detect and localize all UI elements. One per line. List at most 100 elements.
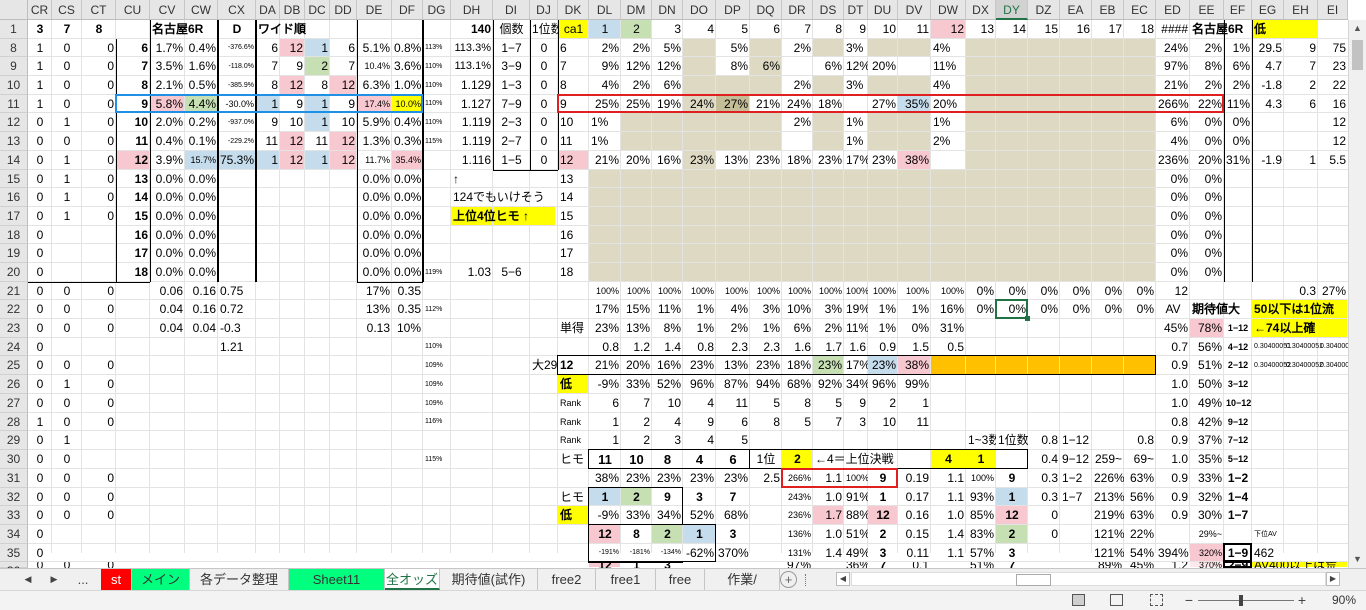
column-header[interactable]: DZ [1028,0,1060,20]
cell-value[interactable]: 1 [52,188,82,207]
cell-value[interactable]: 6 [116,39,150,57]
cell-value[interactable]: 5−12 [1224,450,1252,469]
cell-value[interactable]: 12 [868,506,898,525]
cell-value[interactable]: 1.21 [218,338,256,356]
cell-value[interactable]: 68% [782,375,813,394]
cell-value[interactable]: 11 [898,20,931,39]
cell-value[interactable]: 1 [52,170,82,188]
cell-value[interactable]: 0.13 [357,319,392,338]
cell-value[interactable]: 名古屋6R [1190,20,1261,39]
row-header[interactable]: 26 [0,375,28,394]
cell-value[interactable]: 100% [813,282,844,300]
cell-value[interactable]: 1.0 [813,525,844,544]
cell-value[interactable]: 低 [558,375,589,394]
cell-value[interactable]: 6% [750,57,782,76]
page-break-preview-icon[interactable] [1150,594,1163,606]
column-header[interactable]: CU [116,0,150,20]
cell-value[interactable]: 1.127 [451,95,493,113]
cell-value[interactable]: 7 [621,394,652,413]
cell-value[interactable]: 27% [868,95,898,113]
cell-value[interactable]: 12 [931,20,966,39]
cell-value[interactable]: 1 [28,57,52,76]
cell-value[interactable]: 6 [589,394,621,413]
cell-value[interactable]: 1.7 [813,506,844,525]
cell-value[interactable]: 15% [621,300,652,319]
cell-value[interactable]: 0 [28,544,52,562]
cell-value[interactable]: 2 [621,413,652,431]
cell-value[interactable]: 38% [589,469,621,488]
cell-value[interactable]: 0% [1156,263,1190,282]
cell-value[interactable]: 0.9 [1156,356,1190,375]
cell-value[interactable]: 1.116 [451,151,493,170]
cell-value[interactable]: 100% [931,282,966,300]
cell-value[interactable]: 1.3% [357,132,392,151]
cell-value[interactable]: 0% [966,282,996,300]
cell-value[interactable]: 0 [52,95,82,113]
cell-value[interactable]: 4.4% [185,95,218,113]
sheet-tab[interactable]: 期待値(試作) [440,569,538,590]
cell-value[interactable]: 0.2% [185,113,218,132]
tab-prev-icon[interactable]: ◀ [18,569,38,590]
cell-value[interactable]: 0% [996,300,1028,319]
cell-value[interactable]: 6% [1156,113,1190,132]
cell-value[interactable]: 単得 [558,319,590,338]
cell-value[interactable]: 100% [844,282,868,300]
cell-value[interactable]: 0% [1028,300,1060,319]
cell-value[interactable]: 6.3% [357,76,392,95]
cell-value[interactable]: 1.6 [844,338,868,356]
cell-value[interactable]: 9 [330,95,357,113]
cell-value[interactable]: -118.0% [218,57,256,76]
cell-value[interactable]: 1 [996,488,1028,506]
spreadsheet-grid[interactable]: CR CS CT CU CV CW CX DA DB DC DD DE DF DG DH DI DJ DK DL DM… [0,0,1366,610]
cell-value[interactable]: -385.9% [218,76,256,95]
page-layout-icon[interactable] [1110,594,1123,606]
sheet-tab[interactable]: 各データ整理 [190,569,289,590]
cell-value[interactable]: 0.0% [185,170,218,188]
cell-value[interactable]: 2 [652,525,683,544]
cell-value[interactable]: -1.8 [1252,76,1284,95]
column-header[interactable]: CS [52,0,82,20]
cell-value[interactable]: 13% [357,300,392,319]
zoom-slider[interactable] [1198,600,1294,601]
column-header[interactable]: DW [931,0,966,20]
cell-value[interactable]: 0% [1190,226,1224,244]
cell-value[interactable]: 96% [683,375,716,394]
cell-value[interactable]: 0 [1028,525,1060,544]
cell-value[interactable]: -937.0% [218,113,256,132]
cell-value[interactable]: 0 [82,356,116,375]
cell-value[interactable]: 17% [357,282,392,300]
column-header[interactable]: DC [305,0,330,20]
cell-value[interactable]: 0% [1124,300,1156,319]
cell-value[interactable]: 2 [305,57,330,76]
cell-value[interactable]: ca1 [558,20,589,39]
cell-value[interactable]: 0% [966,300,996,319]
cell-value[interactable]: 7 [52,20,82,39]
cell-value[interactable]: 100% [868,282,898,300]
tab-next-icon[interactable]: ▶ [44,569,64,590]
cell-value[interactable]: 8 [256,76,280,95]
cell-value[interactable]: 7 [716,488,750,506]
cell-value[interactable]: 0% [1224,113,1252,132]
cell-value[interactable]: 15 [1028,20,1060,39]
cell-value[interactable]: 0 [530,113,558,132]
cell-value[interactable]: 54% [1124,544,1156,562]
cell-value[interactable]: 18 [1124,20,1156,39]
cell-value[interactable]: 2% [589,39,621,57]
cell-value[interactable]: 0 [28,488,52,506]
cell-value[interactable]: 5 [782,413,813,431]
cell-value[interactable]: 1 [868,488,898,506]
cell-value[interactable]: 0.8 [683,338,716,356]
cell-value[interactable]: 11 [898,413,931,431]
sheet-tab[interactable]: 全オッズ [385,569,440,590]
cell-value[interactable]: 1.1 [931,488,966,506]
cell-value[interactable]: 0 [28,431,52,450]
column-header[interactable]: EH [1284,0,1318,20]
column-header[interactable]: EG [1252,0,1284,20]
cell-value[interactable]: 0.3% [392,132,423,151]
cell-value[interactable]: 4% [931,39,966,57]
cell-value[interactable]: 3.5% [150,57,185,76]
row-header[interactable]: 25 [0,356,28,375]
cell-value[interactable]: 1% [898,300,931,319]
cell-value[interactable]: 0.04 [150,319,185,338]
cell-value[interactable]: 8% [652,319,683,338]
